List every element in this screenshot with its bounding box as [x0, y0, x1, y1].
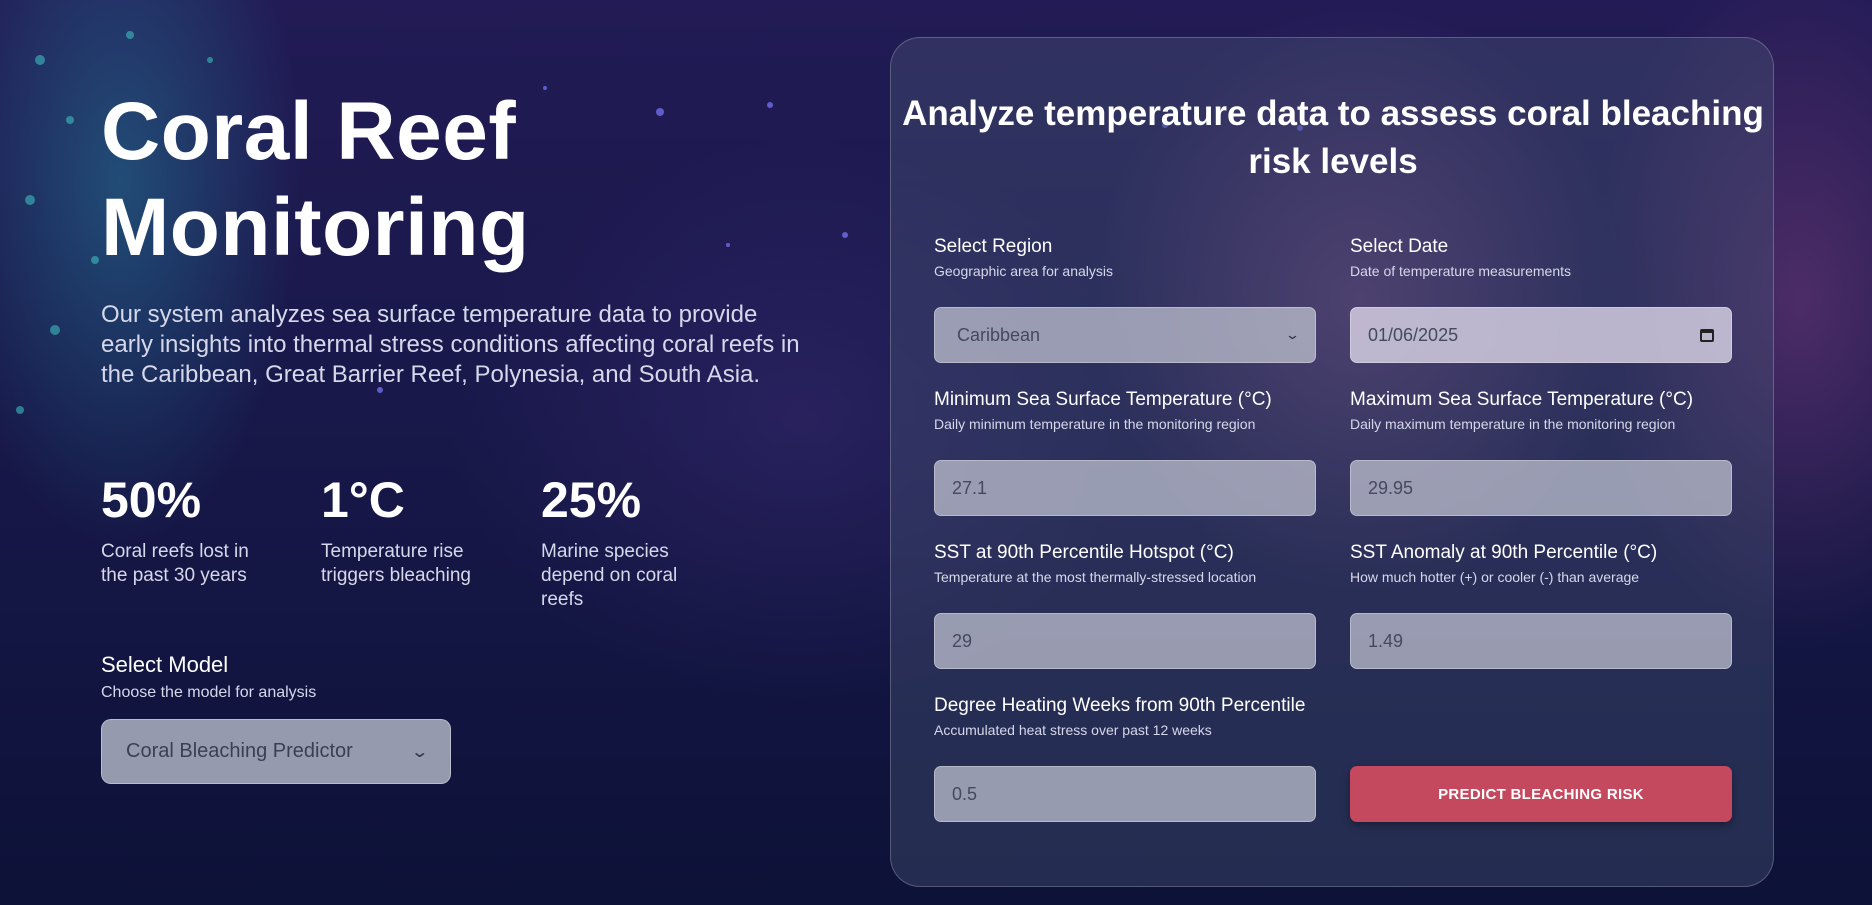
min-sst-input[interactable]: 27.1: [934, 460, 1316, 516]
model-help: Choose the model for analysis: [101, 684, 317, 701]
sst-hotspot-input[interactable]: 29: [934, 613, 1316, 669]
sst-hotspot-label: SST at 90th Percentile Hotspot (°C): [934, 542, 1234, 563]
region-help: Geographic area for analysis: [934, 263, 1113, 279]
min-sst-value: 27.1: [952, 477, 988, 498]
sst-anomaly-help: How much hotter (+) or cooler (-) than a…: [1350, 569, 1640, 585]
sst-anomaly-value: 1.49: [1368, 630, 1404, 651]
stat-temperature-rise: 1°C Temperature rise triggers bleaching: [321, 470, 491, 588]
page-title: Coral Reef Monitoring: [101, 86, 530, 273]
stat-marine-species: 25% Marine species depend on coral reefs: [541, 470, 711, 612]
stat-value: 50%: [101, 472, 202, 528]
chevron-down-icon: ⌄: [1284, 327, 1301, 342]
stat-label: Coral reefs lost in the past 30 years: [101, 541, 249, 586]
date-value: 01/06/2025: [1368, 324, 1459, 345]
calendar-icon[interactable]: [1700, 328, 1714, 342]
min-sst-label: Minimum Sea Surface Temperature (°C): [934, 389, 1272, 410]
date-input[interactable]: 01/06/2025: [1350, 307, 1732, 363]
max-sst-value: 29.95: [1368, 477, 1414, 498]
dhw-value: 0.5: [952, 783, 978, 804]
date-help: Date of temperature measurements: [1350, 263, 1571, 279]
stat-value: 25%: [541, 472, 642, 528]
stat-label: Marine species depend on coral reefs: [541, 541, 678, 610]
max-sst-help: Daily maximum temperature in the monitor…: [1350, 416, 1676, 432]
region-select[interactable]: Caribbean ⌄: [934, 307, 1316, 363]
max-sst-input[interactable]: 29.95: [1350, 460, 1732, 516]
model-select-value: Coral Bleaching Predictor: [126, 740, 353, 762]
sst-anomaly-input[interactable]: 1.49: [1350, 613, 1732, 669]
stat-reefs-lost: 50% Coral reefs lost in the past 30 year…: [101, 470, 271, 588]
chevron-down-icon: ⌄: [409, 743, 429, 761]
stat-value: 1°C: [321, 472, 405, 528]
dhw-input[interactable]: 0.5: [934, 766, 1316, 822]
stat-label: Temperature rise triggers bleaching: [321, 541, 471, 586]
min-sst-help: Daily minimum temperature in the monitor…: [934, 416, 1256, 432]
date-label: Select Date: [1350, 236, 1449, 257]
model-select[interactable]: Coral Bleaching Predictor ⌄: [101, 719, 451, 784]
region-select-value: Caribbean: [957, 324, 1041, 345]
dhw-help: Accumulated heat stress over past 12 wee…: [934, 722, 1212, 738]
form-title: Analyze temperature data to assess coral…: [902, 94, 1764, 181]
region-label: Select Region: [934, 236, 1053, 257]
predict-bleaching-risk-button[interactable]: PREDICT BLEACHING RISK: [1350, 766, 1732, 822]
max-sst-label: Maximum Sea Surface Temperature (°C): [1350, 389, 1694, 410]
model-label: Select Model: [101, 652, 229, 677]
dhw-label: Degree Heating Weeks from 90th Percentil…: [934, 695, 1306, 716]
hero-description: Our system analyzes sea surface temperat…: [101, 301, 800, 388]
sst-hotspot-value: 29: [952, 630, 973, 651]
analysis-form-card: Analyze temperature data to assess coral…: [890, 37, 1774, 887]
sst-hotspot-help: Temperature at the most thermally-stress…: [934, 569, 1257, 585]
sst-anomaly-label: SST Anomaly at 90th Percentile (°C): [1350, 542, 1658, 563]
